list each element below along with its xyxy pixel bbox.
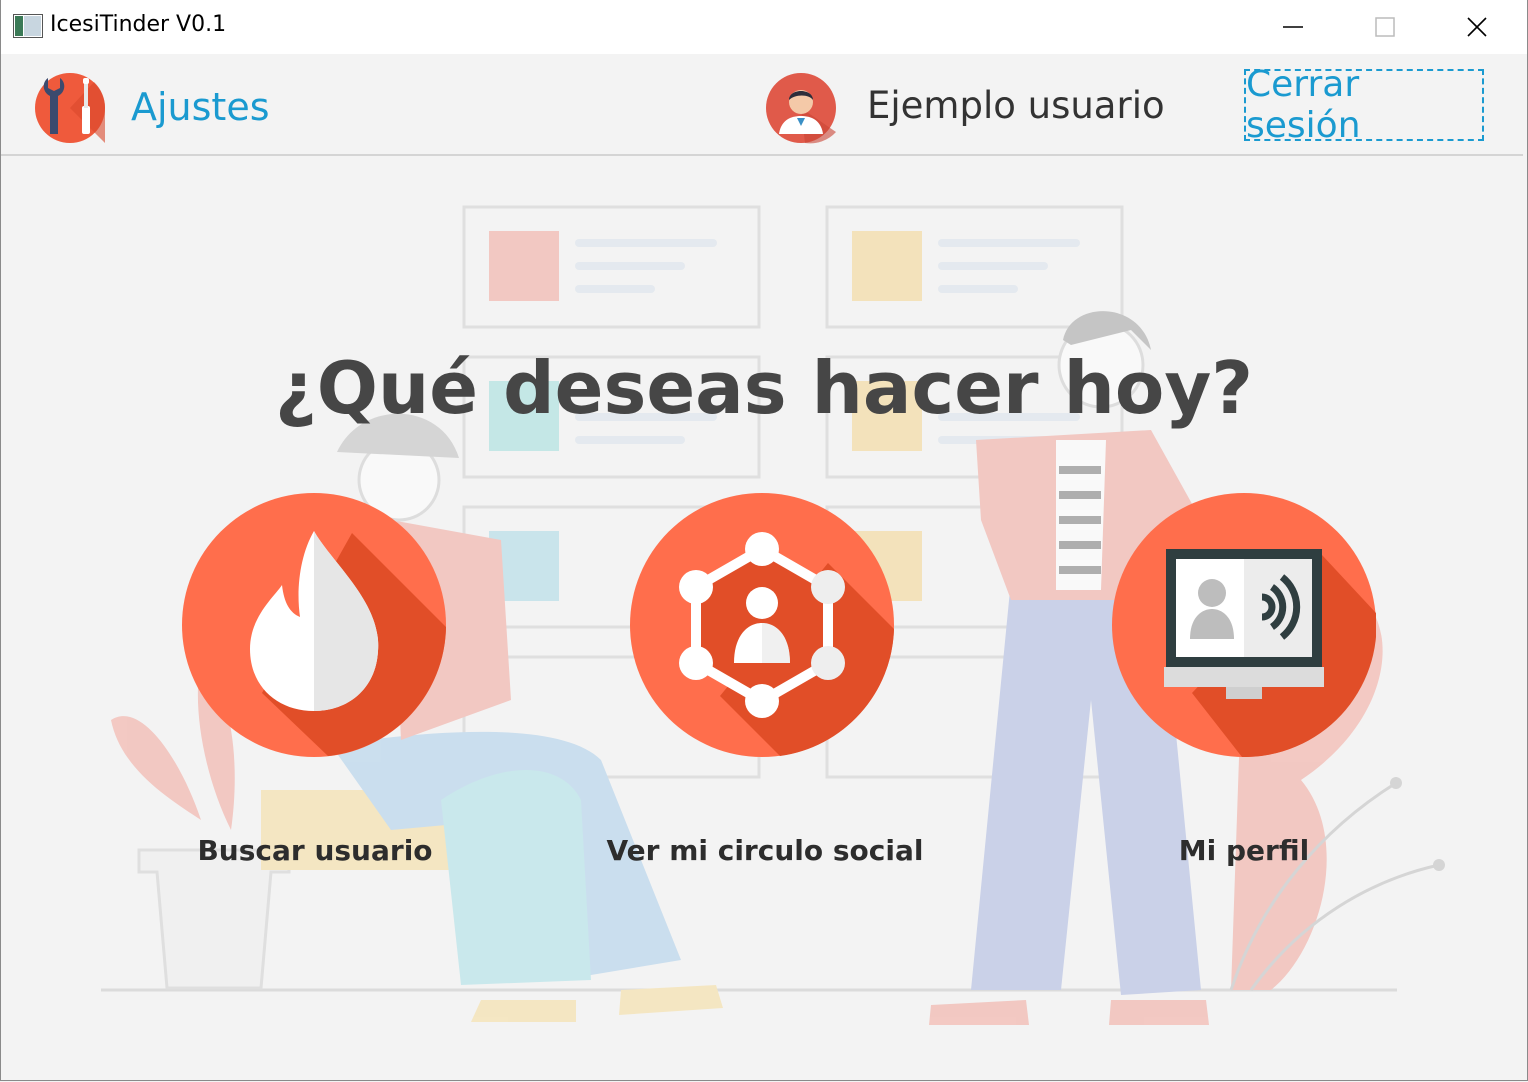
close-button[interactable] [1431, 0, 1523, 54]
social-circle-label[interactable]: Ver mi circulo social [585, 834, 945, 867]
logout-button[interactable]: Cerrar sesión [1244, 64, 1484, 146]
maximize-button[interactable] [1339, 0, 1431, 54]
user-avatar [766, 73, 836, 144]
app-window: IcesiTinder V0.1 Ajustes Ejemplo usuario… [0, 0, 1528, 1081]
search-user-button[interactable] [182, 493, 446, 757]
minimize-button[interactable] [1247, 0, 1339, 54]
profile-monitor-icon [1164, 549, 1324, 699]
search-user-label[interactable]: Buscar usuario [135, 834, 495, 867]
user-name: Ejemplo usuario [867, 84, 1165, 127]
minimize-icon [1283, 26, 1303, 28]
settings-tools-icon[interactable] [34, 72, 106, 144]
social-circle-button[interactable] [630, 493, 894, 757]
title-bar: IcesiTinder V0.1 [1, 0, 1527, 54]
my-profile-label[interactable]: Mi perfil [1064, 834, 1424, 867]
app-icon [13, 14, 43, 38]
maximize-icon [1375, 17, 1395, 37]
my-profile-button[interactable] [1112, 493, 1376, 757]
close-icon [1467, 17, 1487, 37]
page-headline: ¿Qué deseas hacer hoy? [274, 346, 1254, 430]
settings-link[interactable]: Ajustes [131, 85, 270, 129]
app-header: Ajustes Ejemplo usuario Cerrar sesión [1, 54, 1523, 156]
window-title: IcesiTinder V0.1 [50, 12, 227, 37]
